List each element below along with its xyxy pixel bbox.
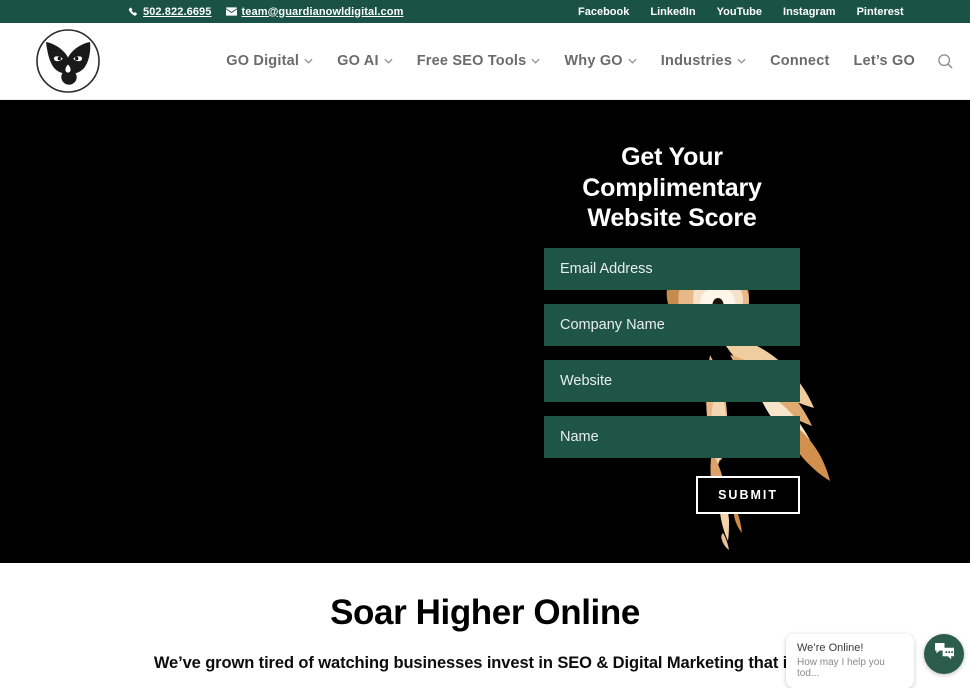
social-link-instagram[interactable]: Instagram bbox=[783, 6, 836, 18]
section-heading: Soar Higher Online bbox=[330, 593, 640, 632]
nav-item-why-go[interactable]: Why GO bbox=[564, 53, 637, 69]
nav-item-go-digital[interactable]: GO Digital bbox=[226, 53, 313, 69]
social-link-linkedin[interactable]: LinkedIn bbox=[650, 6, 695, 18]
nav-item-go-ai[interactable]: GO AI bbox=[337, 53, 393, 69]
search-icon[interactable] bbox=[932, 48, 958, 74]
chevron-down-icon bbox=[384, 58, 393, 64]
social-link-facebook[interactable]: Facebook bbox=[578, 6, 629, 18]
nav-label: GO Digital bbox=[226, 53, 300, 69]
phone-text: 502.822.6695 bbox=[143, 5, 212, 18]
name-field[interactable] bbox=[544, 415, 800, 458]
site-header: GO Digital GO AI Free SEO Tools Why GO I… bbox=[0, 23, 970, 100]
social-link-pinterest[interactable]: Pinterest bbox=[857, 6, 904, 18]
website-field[interactable] bbox=[544, 359, 800, 402]
nav-label: Free SEO Tools bbox=[416, 53, 527, 69]
hero-section: Get Your Complimentary Website Score SUB… bbox=[0, 100, 970, 563]
chat-greeting-subtitle: How may I help you tod... bbox=[797, 657, 885, 679]
nav-label: Why GO bbox=[564, 53, 623, 69]
nav-item-lets-go[interactable]: Let’s GO bbox=[854, 53, 916, 69]
nav-label: GO AI bbox=[337, 53, 379, 69]
contact-group: 502.822.6695 team@guardianowldigital.com bbox=[128, 6, 403, 18]
chevron-down-icon bbox=[304, 58, 313, 64]
email-link[interactable]: team@guardianowldigital.com bbox=[225, 5, 404, 18]
name-input[interactable] bbox=[560, 428, 784, 445]
nav-item-free-seo-tools[interactable]: Free SEO Tools bbox=[417, 53, 541, 69]
phone-icon bbox=[128, 7, 138, 17]
nav-label: Let’s GO bbox=[853, 53, 915, 69]
envelope-icon bbox=[225, 7, 237, 16]
hero-title: Get Your Complimentary Website Score bbox=[582, 143, 762, 232]
nav-label: Connect bbox=[770, 53, 830, 69]
social-links: Facebook LinkedIn YouTube Instagram Pint… bbox=[578, 6, 904, 18]
main-navigation: GO Digital GO AI Free SEO Tools Why GO I… bbox=[226, 53, 915, 69]
chat-launcher-button[interactable] bbox=[924, 634, 964, 674]
chat-bubbles-icon bbox=[934, 642, 955, 666]
chevron-down-icon bbox=[737, 58, 746, 64]
nav-item-industries[interactable]: Industries bbox=[661, 53, 746, 69]
chevron-down-icon bbox=[531, 58, 540, 64]
chevron-down-icon bbox=[628, 58, 637, 64]
utility-bar: 502.822.6695 team@guardianowldigital.com… bbox=[0, 0, 970, 23]
nav-label: Industries bbox=[660, 53, 733, 69]
phone-link[interactable]: 502.822.6695 bbox=[128, 6, 212, 18]
owl-logo[interactable] bbox=[30, 26, 106, 96]
email-field[interactable] bbox=[544, 247, 800, 290]
submit-button[interactable]: SUBMIT bbox=[696, 475, 800, 514]
company-input[interactable] bbox=[560, 316, 784, 333]
email-text: team@guardianowldigital.com bbox=[241, 5, 404, 18]
website-input[interactable] bbox=[560, 372, 784, 389]
chat-greeting-title: We’re Online! bbox=[797, 642, 864, 654]
website-score-form: Get Your Complimentary Website Score SUB… bbox=[544, 142, 800, 514]
submit-row: SUBMIT bbox=[544, 475, 800, 514]
company-field[interactable] bbox=[544, 303, 800, 346]
email-input[interactable] bbox=[560, 260, 784, 277]
nav-item-connect[interactable]: Connect bbox=[770, 53, 829, 69]
social-link-youtube[interactable]: YouTube bbox=[717, 6, 762, 18]
